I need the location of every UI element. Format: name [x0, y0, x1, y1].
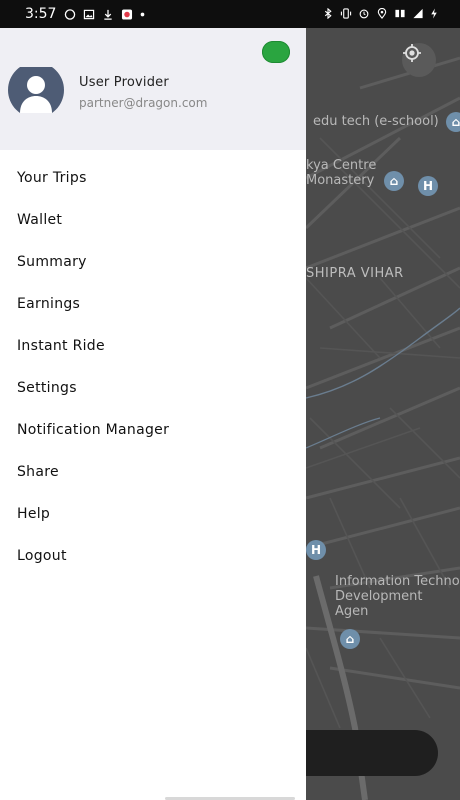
menu-item-help[interactable]: Help	[17, 506, 50, 522]
school-poi-icon[interactable]: ⌂	[446, 112, 460, 132]
user-avatar-icon	[8, 67, 64, 113]
map-label-monastery: Monastery	[306, 173, 375, 188]
menu-item-settings[interactable]: Settings	[17, 380, 77, 396]
gallery-icon	[83, 9, 95, 20]
app-icon	[121, 9, 133, 20]
menu-item-earnings[interactable]: Earnings	[17, 296, 80, 312]
crosshair-icon	[403, 44, 421, 62]
map-label-info: Information Techno	[335, 574, 460, 589]
map-label-info-agency: Development Agen	[335, 589, 423, 619]
bluetooth-icon	[324, 8, 332, 19]
avatar[interactable]	[8, 67, 64, 113]
menu-item-instant-ride[interactable]: Instant Ride	[17, 338, 105, 354]
status-bar: 3:57	[0, 0, 460, 28]
battery-icon	[431, 8, 437, 19]
hospital-poi-icon[interactable]: H	[418, 176, 438, 196]
status-left-icons	[64, 9, 145, 20]
navigation-drawer: User Provider partner@dragon.com Your Tr…	[0, 28, 306, 800]
vibrate-icon	[340, 8, 352, 19]
data-icon	[395, 9, 405, 18]
user-email: partner@dragon.com	[79, 96, 208, 110]
menu-item-wallet[interactable]: Wallet	[17, 212, 62, 228]
menu-item-summary[interactable]: Summary	[17, 254, 87, 270]
dot-icon	[140, 12, 145, 17]
user-name: User Provider	[79, 75, 169, 90]
map-label-school: edu tech (e-school)	[313, 114, 439, 129]
menu-item-share[interactable]: Share	[17, 464, 59, 480]
online-status-toggle[interactable]	[262, 41, 290, 63]
whatsapp-icon	[64, 9, 76, 20]
location-icon	[377, 8, 387, 19]
hospital-poi-icon-2[interactable]: H	[306, 540, 326, 560]
download-icon	[104, 9, 112, 20]
menu-item-logout[interactable]: Logout	[17, 548, 67, 564]
status-right-icons	[322, 8, 438, 19]
status-time: 3:57	[25, 6, 57, 22]
monastery-poi-icon[interactable]: ⌂	[384, 171, 404, 191]
menu-item-your-trips[interactable]: Your Trips	[17, 170, 87, 186]
bank-poi-icon[interactable]: ⌂	[340, 629, 360, 649]
map-label-district: SHIPRA VIHAR	[306, 266, 404, 281]
signal-icon	[413, 8, 423, 19]
alarm-icon	[359, 9, 369, 19]
locate-me-button[interactable]	[402, 43, 436, 77]
map-label-centre: kya Centre	[306, 158, 377, 173]
drawer-header[interactable]: User Provider partner@dragon.com	[0, 28, 306, 150]
menu-item-notification-manager[interactable]: Notification Manager	[17, 422, 169, 438]
